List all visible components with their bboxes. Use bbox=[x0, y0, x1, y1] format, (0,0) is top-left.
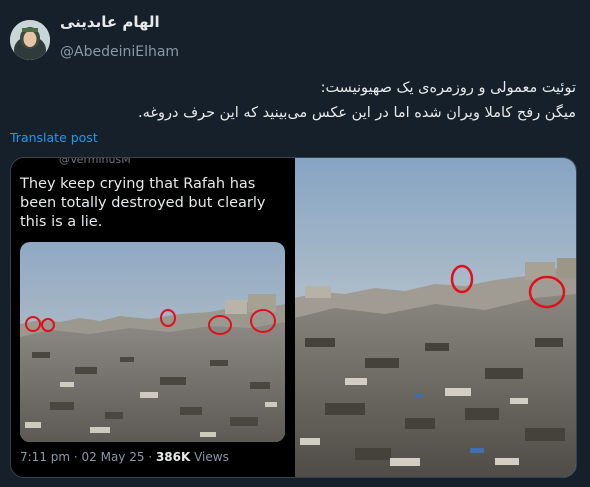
post-line-1: توئیت معمولی و روزمره‌ی یک صهیونیست: bbox=[320, 80, 576, 96]
post-text: توئیت معمولی و روزمره‌ی یک صهیونیست: میگ… bbox=[16, 76, 576, 126]
quoted-tweet-screenshot: @VerminusM They keep crying that Rafah h… bbox=[11, 158, 294, 477]
avatar[interactable] bbox=[10, 20, 50, 60]
quoted-text: They keep crying that Rafah has been tot… bbox=[20, 176, 266, 230]
quoted-meta: 7:11 pm · 02 May 25 · 386K Views bbox=[20, 450, 229, 464]
enlarged-photo bbox=[295, 158, 576, 477]
quoted-handle: @VerminusM bbox=[59, 157, 131, 166]
media-attachment[interactable]: @VerminusM They keep crying that Rafah h… bbox=[10, 157, 577, 478]
translate-post-link[interactable]: Translate post bbox=[10, 130, 98, 145]
quoted-views-count: 386K bbox=[155, 450, 191, 464]
quoted-photo bbox=[20, 242, 285, 442]
author-handle[interactable]: @AbedeiniElham bbox=[60, 44, 179, 60]
avatar-image bbox=[10, 20, 50, 60]
author-display-name[interactable]: الهام عابدینی bbox=[60, 13, 160, 31]
quoted-time: 7:11 pm · 02 May 25 · bbox=[20, 450, 156, 464]
post-line-2: میگن رفح کاملا ویران شده اما در این عکس … bbox=[138, 105, 576, 121]
quoted-views-label: Views bbox=[190, 450, 229, 464]
